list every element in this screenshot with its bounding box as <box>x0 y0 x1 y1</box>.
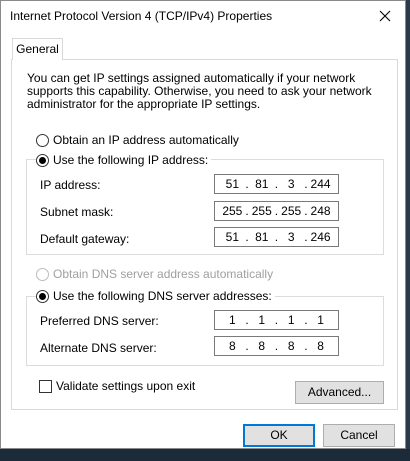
subnet-mask-octet-4: 248 <box>310 204 331 218</box>
subnet-mask-label: Subnet mask: <box>40 205 114 219</box>
alternate-dns-octet-2: 8 <box>258 339 266 353</box>
radio-ip-auto-label: Obtain an IP address automatically <box>53 133 239 147</box>
radio-dns-auto[interactable]: Obtain DNS server address automatically <box>36 267 273 281</box>
ip-address-octet-4: 244 <box>310 177 331 191</box>
validate-settings-label: Validate settings upon exit <box>56 379 196 393</box>
validate-settings-checkbox[interactable]: Validate settings upon exit <box>39 379 195 393</box>
ip-address-label: IP address: <box>40 178 101 192</box>
default-gateway-octet-2: 81 <box>255 230 269 244</box>
radio-dns-auto-indicator[interactable] <box>36 267 49 281</box>
radio-dns-manual[interactable]: Use the following DNS server addresses: <box>36 289 275 303</box>
alternate-dns-octet-4: 8 <box>317 339 324 353</box>
preferred-dns-octet-1: 1 <box>229 313 236 327</box>
validate-settings-checkbox-box[interactable] <box>39 379 52 393</box>
alternate-dns-input[interactable]: 8 . 8 . 8 . 8 <box>214 336 339 356</box>
advanced-button[interactable]: Advanced... <box>295 381 384 404</box>
radio-dns-auto-label: Obtain DNS server address automatically <box>53 267 274 281</box>
alternate-dns-octet-3: 8 <box>287 339 295 353</box>
alternate-dns-octet-1: 8 <box>229 339 236 353</box>
close-button[interactable] <box>373 4 397 28</box>
ip-address-input[interactable]: 51 . 81 . 3 . 244 <box>214 174 339 194</box>
default-gateway-octet-3: 3 <box>287 230 295 244</box>
default-gateway-label: Default gateway: <box>40 232 130 246</box>
description-text: You can get IP settings assigned automat… <box>27 71 372 111</box>
preferred-dns-input[interactable]: 1 . 1 . 1 . 1 <box>214 310 339 330</box>
alternate-dns-label: Alternate DNS server: <box>40 341 157 355</box>
ok-button[interactable]: OK <box>243 424 315 447</box>
properties-dialog: Internet Protocol Version 4 (TCP/IPv4) P… <box>0 0 406 449</box>
subnet-mask-octet-3: 255 <box>281 204 302 218</box>
default-gateway-octet-4: 246 <box>310 230 331 244</box>
radio-dns-manual-indicator[interactable] <box>36 289 49 303</box>
general-tab-panel: You can get IP settings assigned automat… <box>11 59 398 410</box>
radio-ip-manual-label: Use the following IP address: <box>53 153 209 167</box>
window-title: Internet Protocol Version 4 (TCP/IPv4) P… <box>10 9 273 23</box>
radio-ip-manual[interactable]: Use the following IP address: <box>36 153 212 167</box>
preferred-dns-octet-4: 1 <box>317 313 324 327</box>
close-icon <box>379 10 391 22</box>
preferred-dns-octet-2: 1 <box>258 313 266 327</box>
taskbar-strip <box>0 449 410 461</box>
radio-ip-auto[interactable]: Obtain an IP address automatically <box>36 133 239 147</box>
cancel-button[interactable]: Cancel <box>323 424 395 447</box>
radio-ip-auto-indicator[interactable] <box>36 133 49 147</box>
subnet-mask-octet-1: 255 <box>222 204 243 218</box>
tab-general[interactable]: General <box>12 38 63 60</box>
subnet-mask-input[interactable]: 255 . 255 . 255 . 248 <box>214 201 339 221</box>
ip-address-octet-1: 51 <box>225 177 240 191</box>
preferred-dns-octet-3: 1 <box>287 313 295 327</box>
radio-ip-manual-indicator[interactable] <box>36 153 49 167</box>
ip-address-octet-2: 81 <box>255 177 269 191</box>
radio-dns-manual-label: Use the following DNS server addresses: <box>53 289 272 303</box>
default-gateway-octet-1: 51 <box>225 230 240 244</box>
title-bar[interactable]: Internet Protocol Version 4 (TCP/IPv4) P… <box>1 1 405 31</box>
ip-address-octet-3: 3 <box>287 177 295 191</box>
subnet-mask-octet-2: 255 <box>251 204 272 218</box>
default-gateway-input[interactable]: 51 . 81 . 3 . 246 <box>214 227 339 247</box>
preferred-dns-label: Preferred DNS server: <box>40 314 159 328</box>
